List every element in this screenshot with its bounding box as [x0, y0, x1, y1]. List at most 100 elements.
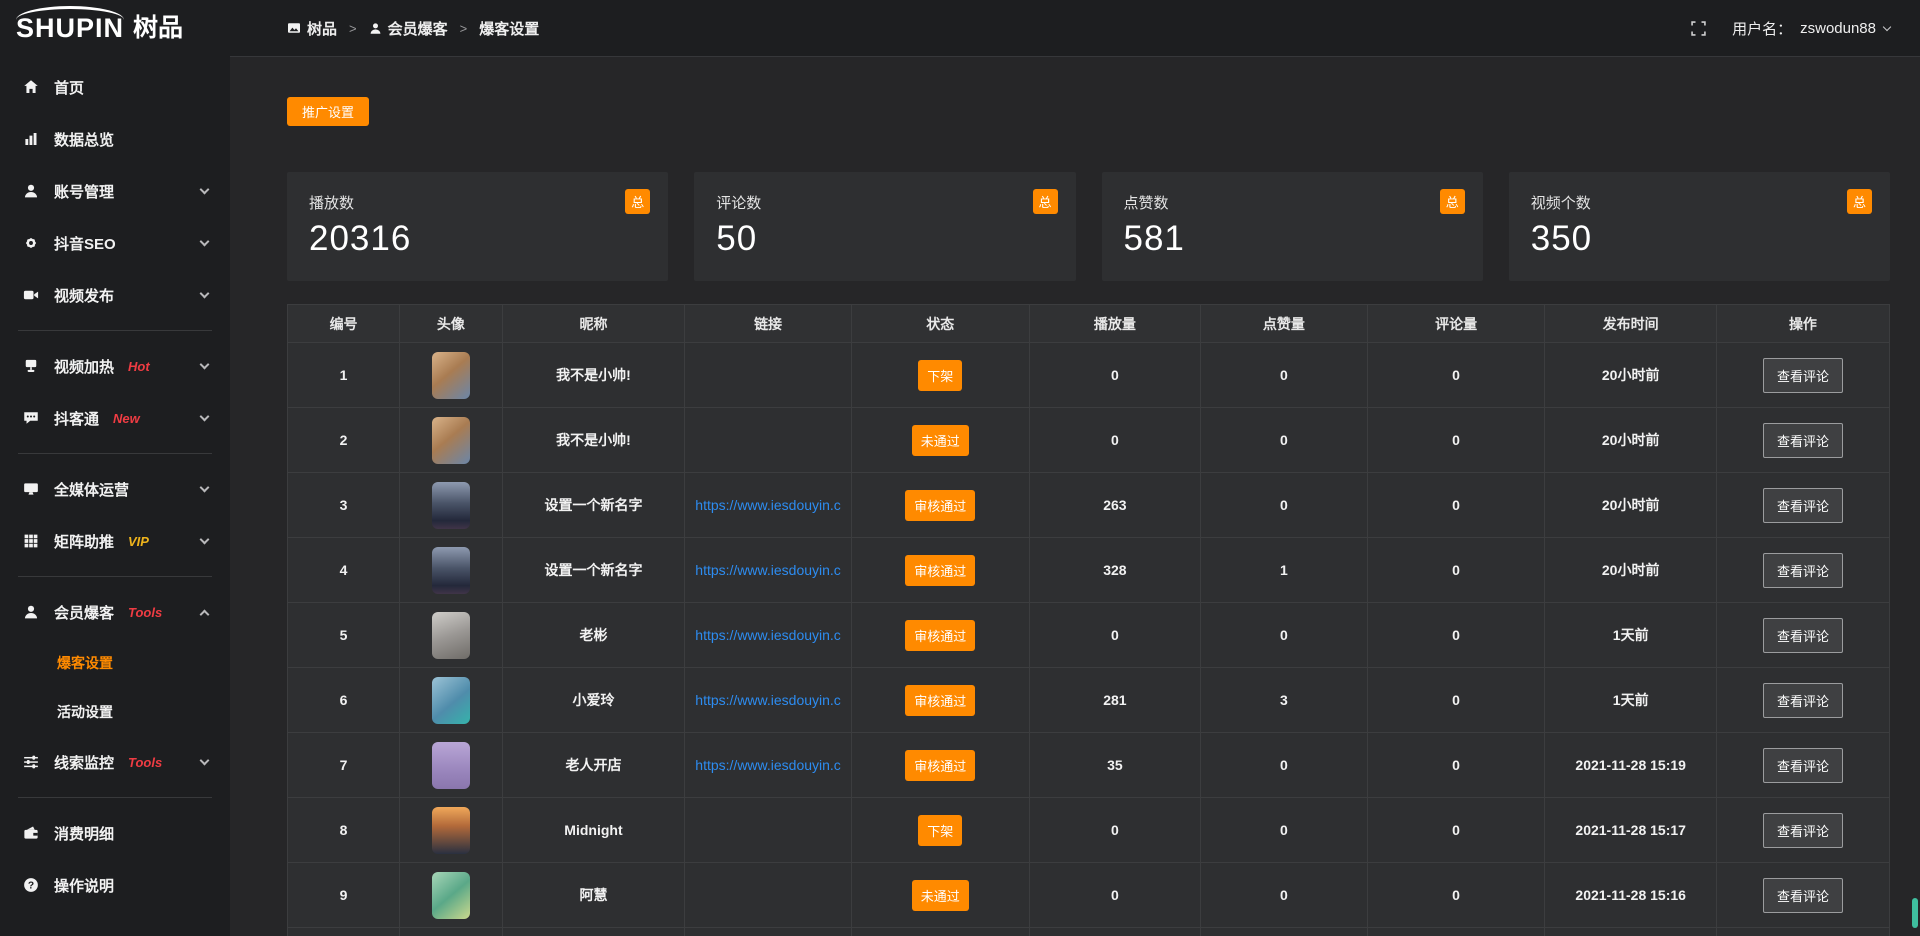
- cell-avatar: [400, 668, 503, 733]
- sidebar-subitem-activity-settings[interactable]: 活动设置: [0, 687, 230, 736]
- cell-plays: 0: [1029, 798, 1200, 863]
- cell-likes: 0: [1201, 798, 1368, 863]
- cell-nickname: 老人开店: [502, 733, 685, 798]
- chevron-up-icon: [200, 610, 210, 620]
- table-row: 2 我不是小帅! 未通过 0 0 0 20小时前 查看评论: [288, 408, 1890, 473]
- menu-divider: [18, 453, 212, 454]
- logo-text-cn: 树品: [133, 16, 183, 41]
- sidebar-item-video-publish[interactable]: 视频发布: [0, 269, 230, 321]
- stat-card-plays: 播放数 20316 总: [287, 172, 668, 281]
- cell-avatar: [400, 538, 503, 603]
- sidebar-item-all-media[interactable]: 全媒体运营: [0, 463, 230, 515]
- cell-nickname: 我不是小帅!: [502, 343, 685, 408]
- breadcrumb-item-member-baoke[interactable]: 会员爆客: [369, 18, 448, 39]
- grid-icon: [22, 533, 39, 550]
- chevron-down-icon: [200, 185, 210, 195]
- logo-text-en: SHUPIN: [16, 15, 124, 42]
- sidebar-subitem-label: 爆客设置: [57, 653, 113, 673]
- cell-plays: 328: [1029, 538, 1200, 603]
- view-comments-button[interactable]: 查看评论: [1763, 878, 1843, 913]
- view-comments-button[interactable]: 查看评论: [1763, 553, 1843, 588]
- view-comments-button[interactable]: 查看评论: [1763, 423, 1843, 458]
- sidebar-item-label: 首页: [54, 77, 84, 98]
- cell-link: [685, 343, 852, 408]
- cell-link: [685, 863, 852, 928]
- cell-comments: 0: [1367, 538, 1545, 603]
- cell-actions: 查看评论: [1716, 668, 1889, 733]
- avatar: [432, 677, 470, 724]
- sidebar-item-home[interactable]: 首页: [0, 61, 230, 113]
- cell-status: [851, 928, 1029, 936]
- cell-actions: 查看评论: [1716, 343, 1889, 408]
- cell-avatar: [400, 733, 503, 798]
- view-comments-button[interactable]: 查看评论: [1763, 358, 1843, 393]
- avatar: [432, 547, 470, 594]
- cell-time: 20小时前: [1545, 473, 1716, 538]
- view-comments-button[interactable]: 查看评论: [1763, 618, 1843, 653]
- sidebar-item-matrix-boost[interactable]: 矩阵助推 VIP: [0, 515, 230, 567]
- sidebar-item-account-management[interactable]: 账号管理: [0, 165, 230, 217]
- view-comments-button[interactable]: 查看评论: [1763, 488, 1843, 523]
- avatar: [432, 612, 470, 659]
- view-comments-button[interactable]: 查看评论: [1763, 683, 1843, 718]
- cell-comments: 0: [1367, 408, 1545, 473]
- sidebar-item-data-overview[interactable]: 数据总览: [0, 113, 230, 165]
- sidebar-item-instructions[interactable]: ? 操作说明: [0, 859, 230, 911]
- sidebar-item-expense-detail[interactable]: 消费明细: [0, 807, 230, 859]
- view-comments-button[interactable]: 查看评论: [1763, 813, 1843, 848]
- sidebar-item-douyin-seo[interactable]: 抖音SEO: [0, 217, 230, 269]
- breadcrumb-current: 爆客设置: [479, 18, 539, 39]
- videos-table: 编号 头像 昵称 链接 状态 播放量 点赞量 评论量 发布时间 操作 1 我不是…: [287, 304, 1890, 936]
- cell-likes: 3: [1201, 668, 1368, 733]
- cell-likes: 0: [1201, 473, 1368, 538]
- new-tag: New: [113, 411, 140, 426]
- video-link[interactable]: https://www.iesdouyin.c: [695, 627, 841, 643]
- cell-number: 7: [288, 733, 400, 798]
- sidebar-item-label: 抖客通: [54, 408, 99, 429]
- cell-plays: 0: [1029, 603, 1200, 668]
- stat-label: 点赞数: [1124, 192, 1461, 213]
- sidebar-item-douketong[interactable]: 抖客通 New: [0, 392, 230, 444]
- cell-status: 审核通过: [851, 668, 1029, 733]
- video-link[interactable]: https://www.iesdouyin.c: [695, 692, 841, 708]
- cell-comments: 0: [1367, 603, 1545, 668]
- video-link[interactable]: https://www.iesdouyin.c: [695, 497, 841, 513]
- sidebar-item-video-heat[interactable]: 视频加热 Hot: [0, 340, 230, 392]
- scrollbar-thumb[interactable]: [1912, 898, 1918, 928]
- cell-comments: 0: [1367, 343, 1545, 408]
- cell-link: [685, 798, 852, 863]
- sidebar-item-label: 数据总览: [54, 129, 114, 150]
- main-area: 树品 > 会员爆客 > 爆客设置 用户名：zswodun88 推广设置: [230, 0, 1920, 936]
- stat-value: 350: [1531, 219, 1868, 259]
- total-badge: 总: [1847, 189, 1872, 214]
- video-link[interactable]: https://www.iesdouyin.c: [695, 757, 841, 773]
- table-row-partial: [288, 928, 1890, 936]
- cell-likes: 0: [1201, 343, 1368, 408]
- breadcrumb-separator: >: [349, 21, 357, 36]
- view-comments-button[interactable]: 查看评论: [1763, 748, 1843, 783]
- promote-settings-button[interactable]: 推广设置: [287, 97, 369, 126]
- cell-status: 审核通过: [851, 473, 1029, 538]
- user-icon: [369, 22, 382, 35]
- breadcrumb-label: 爆客设置: [479, 18, 539, 39]
- fullscreen-icon[interactable]: [1691, 21, 1706, 36]
- username-dropdown[interactable]: 用户名：zswodun88: [1732, 18, 1890, 39]
- breadcrumb-item-shupin[interactable]: 树品: [287, 18, 337, 39]
- cell-status: 未通过: [851, 863, 1029, 928]
- cell-number: 2: [288, 408, 400, 473]
- cell-actions: 查看评论: [1716, 408, 1889, 473]
- video-link[interactable]: https://www.iesdouyin.c: [695, 562, 841, 578]
- video-heat-icon: [22, 358, 39, 375]
- status-badge: 未通过: [912, 880, 969, 911]
- table-row: 5 老彬 https://www.iesdouyin.c 审核通过 0 0 0 …: [288, 603, 1890, 668]
- sidebar-subitem-baoke-settings[interactable]: 爆客设置: [0, 638, 230, 687]
- cell-number: 8: [288, 798, 400, 863]
- user-icon: [22, 604, 39, 621]
- cell-number: 3: [288, 473, 400, 538]
- bar-chart-icon: [22, 131, 39, 148]
- sidebar-item-clue-monitor[interactable]: 线索监控 Tools: [0, 736, 230, 788]
- cell-nickname: 设置一个新名字: [502, 473, 685, 538]
- cell-link: https://www.iesdouyin.c: [685, 733, 852, 798]
- table-row: 7 老人开店 https://www.iesdouyin.c 审核通过 35 0…: [288, 733, 1890, 798]
- sidebar-item-member-baoke[interactable]: 会员爆客 Tools: [0, 586, 230, 638]
